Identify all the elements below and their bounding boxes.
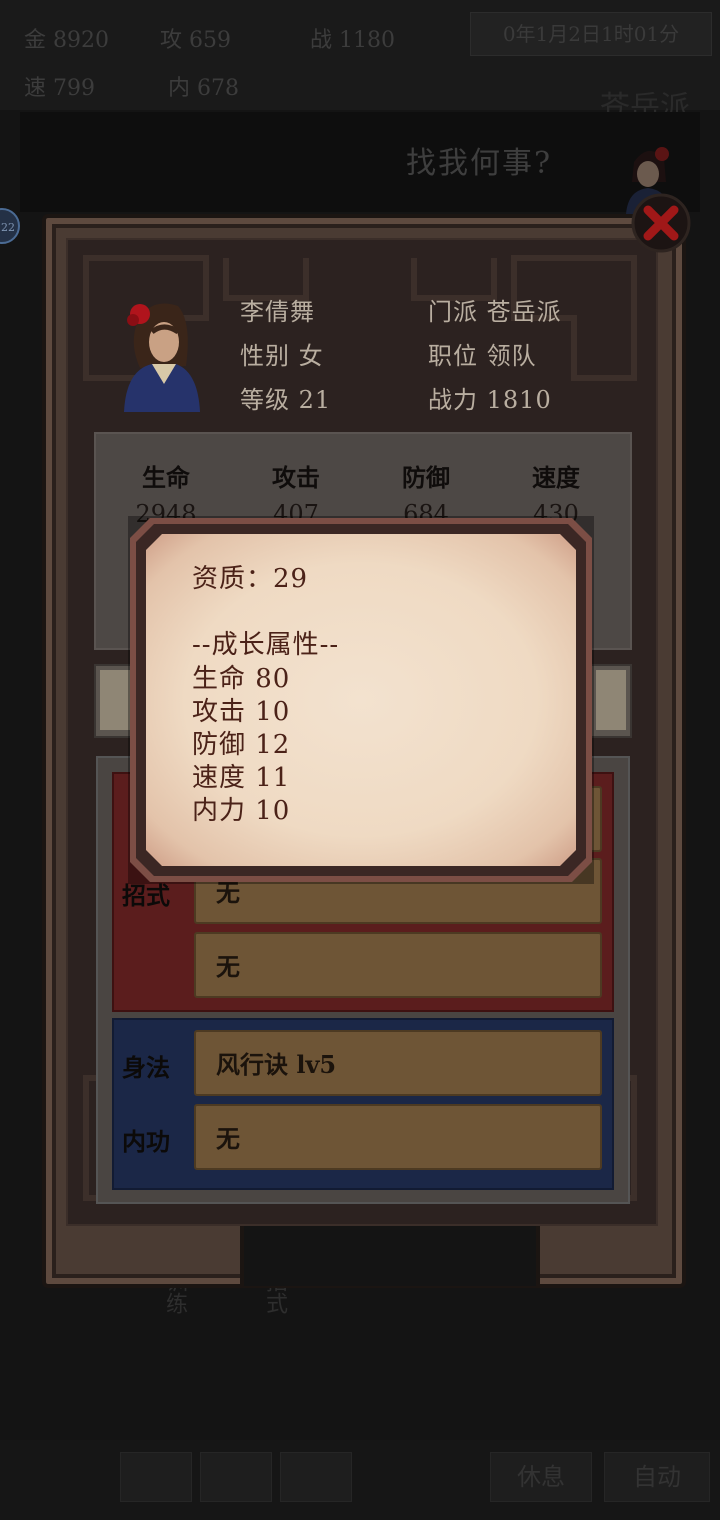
tab-strip-right-cap (596, 670, 626, 730)
resource-attack: 攻 659 (160, 28, 231, 53)
sect-row: 门派 苍岳派 (428, 292, 562, 327)
power-row: 战力 1810 (428, 380, 552, 415)
power-value: 1810 (486, 386, 552, 414)
inner-skill-label: 内功 (122, 1127, 170, 1156)
npc-dialog-text: 找我何事? (406, 146, 553, 181)
bg-moves-label: 招式 (262, 1270, 287, 1314)
stat-header-defense: 防御 (402, 463, 450, 492)
resource-speed: 速 799 (24, 76, 95, 101)
resource-inner: 内 678 (168, 76, 239, 101)
stat-header-speed: 速度 (532, 463, 580, 492)
growth-defense: 防御 12 (192, 730, 291, 760)
position-row: 职位 领队 (428, 336, 537, 371)
growth-speed: 速度 11 (192, 763, 291, 793)
power-label: 战力 (428, 386, 478, 414)
growth-hp: 生命 80 (192, 664, 291, 694)
bottom-slot-1[interactable] (120, 1452, 192, 1502)
dialog-band (20, 112, 700, 212)
auto-button[interactable]: 自动 (604, 1452, 710, 1502)
character-portrait (124, 303, 200, 412)
sect-value: 苍岳派 (486, 298, 562, 326)
position-label: 职位 (428, 342, 478, 370)
level-label: 等级 (240, 386, 290, 414)
movement-slot[interactable]: 风行诀 lv5 (194, 1030, 602, 1096)
gender-value: 女 (298, 342, 324, 370)
tab-strip-left-cap (100, 670, 130, 730)
sect-label: 门派 (428, 298, 478, 326)
growth-header: --成长属性-- (192, 630, 340, 660)
aptitude-text: 资质：29 (192, 564, 309, 594)
resource-gold: 金 8920 (24, 28, 109, 53)
bottom-slot-2[interactable] (200, 1452, 272, 1502)
level-value: 21 (298, 386, 332, 414)
game-date: 0年1月2日1时01分 (470, 12, 712, 56)
gender-row: 性别 女 (240, 336, 324, 371)
close-icon[interactable] (630, 192, 692, 254)
side-level-badge[interactable]: 22 (0, 208, 20, 244)
movement-label: 身法 (122, 1053, 170, 1082)
panel-bottom-notch (240, 1222, 540, 1286)
stat-header-attack: 攻击 (272, 463, 320, 492)
growth-attack: 攻击 10 (192, 697, 291, 727)
stat-header-hp: 生命 (142, 463, 190, 492)
bottom-slot-3[interactable] (280, 1452, 352, 1502)
level-row: 等级 21 (240, 380, 331, 415)
resource-power: 战 1180 (310, 28, 395, 53)
rest-button[interactable]: 休息 (490, 1452, 592, 1502)
character-name: 李倩舞 (240, 298, 315, 326)
inner-skill-slot[interactable]: 无 (194, 1104, 602, 1170)
move-slot-2[interactable]: 无 (194, 932, 602, 998)
growth-inner: 内力 10 (192, 796, 291, 826)
position-value: 领队 (486, 342, 537, 370)
bg-train-label: 训练 (162, 1270, 187, 1314)
gender-label: 性别 (240, 342, 290, 370)
